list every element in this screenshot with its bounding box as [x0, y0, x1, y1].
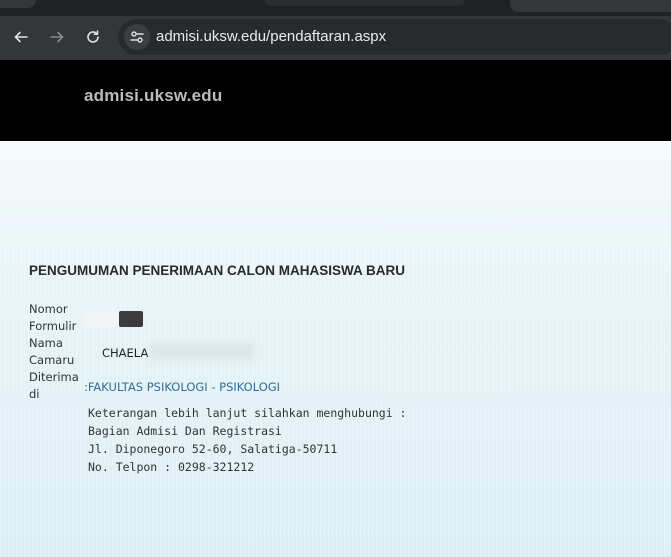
contact-line: No. Telpon : 0298-321212 — [88, 460, 255, 474]
announcement-content: PENGUMUMAN PENERIMAAN CALON MAHASISWA BA… — [0, 141, 671, 557]
reload-icon — [87, 30, 99, 43]
label-di: di — [29, 387, 40, 401]
browser-tab[interactable] — [265, 0, 465, 6]
label-formulir: Formulir — [29, 319, 77, 333]
browser-toolbar: admisi.uksw.edu/pendaftaran.aspx — [0, 16, 671, 60]
url-text[interactable]: admisi.uksw.edu/pendaftaran.aspx — [156, 28, 386, 45]
site-title: admisi.uksw.edu — [84, 86, 223, 105]
browser-tab[interactable] — [0, 0, 36, 8]
redacted-form-number — [84, 311, 120, 327]
page-title: PENGUMUMAN PENERIMAAN CALON MAHASISWA BA… — [29, 263, 405, 278]
contact-line: Bagian Admisi Dan Registrasi — [88, 424, 282, 438]
reload-button[interactable] — [80, 24, 106, 50]
back-arrow-icon — [14, 31, 28, 43]
label-camaru: Camaru — [29, 353, 75, 367]
contact-info: Keterangan lebih lanjut silahkan menghub… — [88, 404, 407, 476]
browser-tab[interactable] — [510, 0, 671, 12]
site-settings-icon — [130, 31, 144, 43]
accepted-faculty: :FAKULTAS PSIKOLOGI - PSIKOLOGI — [84, 380, 281, 394]
label-nama: Nama — [29, 336, 63, 350]
contact-line: Keterangan lebih lanjut silahkan menghub… — [88, 406, 407, 420]
redacted-form-number-block — [119, 311, 143, 327]
redacted-name — [150, 343, 254, 359]
address-bar[interactable]: admisi.uksw.edu/pendaftaran.aspx — [118, 19, 671, 55]
site-header: admisi.uksw.edu — [0, 60, 671, 141]
forward-button[interactable] — [44, 24, 70, 50]
site-settings-button[interactable] — [124, 24, 150, 50]
forward-arrow-icon — [50, 31, 64, 43]
contact-line: Jl. Diponegoro 52-60, Salatiga-50711 — [88, 442, 338, 456]
label-diterima: Diterima — [29, 370, 79, 384]
browser-tab-strip — [0, 0, 671, 16]
label-nomor: Nomor — [29, 302, 68, 316]
back-button[interactable] — [8, 24, 34, 50]
applicant-name: CHAELA — [102, 346, 149, 360]
